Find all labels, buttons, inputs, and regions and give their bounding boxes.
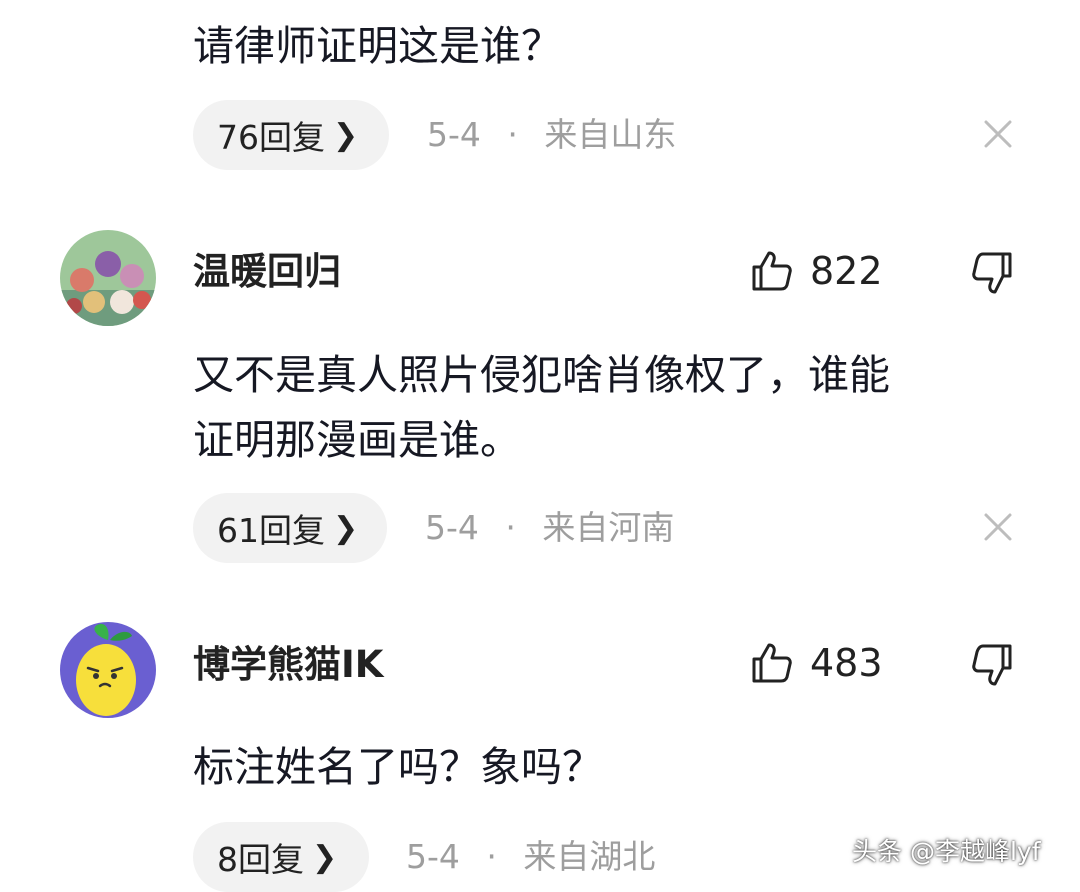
thumbs-up-icon	[752, 643, 792, 683]
avatar-image	[60, 230, 156, 326]
username[interactable]: 温暖回归	[193, 250, 341, 294]
comment-text: 请律师证明这是谁？	[193, 22, 562, 70]
thumbs-down-icon[interactable]	[968, 250, 1014, 296]
replies-label: 8回复	[217, 840, 304, 879]
comment-date: 5-4	[427, 115, 481, 154]
comment-date: 5-4	[425, 508, 479, 547]
comment-text: 标注姓名了吗？象吗？	[193, 743, 603, 791]
username[interactable]: 博学熊猫IK	[193, 643, 383, 687]
close-icon[interactable]	[980, 509, 1016, 545]
comment-location: 来自山东	[544, 115, 677, 154]
comment-meta: 5-4 · 来自河南	[425, 508, 674, 548]
comment-meta: 5-4 · 来自山东	[427, 115, 676, 155]
watermark: 头条 @李越峰lyf	[852, 837, 1041, 866]
thumbs-up-icon	[752, 251, 792, 291]
like-count: 483	[810, 641, 883, 685]
like-count: 822	[810, 249, 883, 293]
comment-meta: 5-4 · 来自湖北	[406, 837, 655, 877]
comment-text: 证明那漫画是谁。	[193, 416, 521, 464]
meta-separator: ·	[505, 508, 516, 547]
comment-date: 5-4	[406, 837, 460, 876]
chevron-right-icon: ❯	[312, 839, 338, 875]
comment-text: 又不是真人照片侵犯啥肖像权了，谁能	[193, 351, 890, 399]
close-icon[interactable]	[980, 116, 1016, 152]
avatar[interactable]	[60, 230, 156, 326]
chevron-right-icon: ❯	[333, 510, 359, 546]
replies-button[interactable]: 8回复 ❯	[193, 822, 369, 892]
replies-button[interactable]: 76回复 ❯	[193, 100, 389, 170]
chevron-right-icon: ❯	[333, 117, 359, 153]
avatar[interactable]	[60, 622, 156, 718]
replies-button[interactable]: 61回复 ❯	[193, 493, 387, 563]
comment-location: 来自河南	[542, 508, 675, 547]
thumbs-down-icon[interactable]	[968, 642, 1014, 688]
replies-label: 61回复	[217, 511, 325, 550]
avatar-image	[60, 622, 156, 718]
comment-location: 来自湖北	[523, 837, 656, 876]
like-button[interactable]: 483	[750, 638, 883, 688]
meta-separator: ·	[486, 837, 497, 876]
like-button[interactable]: 822	[750, 246, 883, 296]
replies-label: 76回复	[217, 118, 325, 157]
meta-separator: ·	[507, 115, 518, 154]
